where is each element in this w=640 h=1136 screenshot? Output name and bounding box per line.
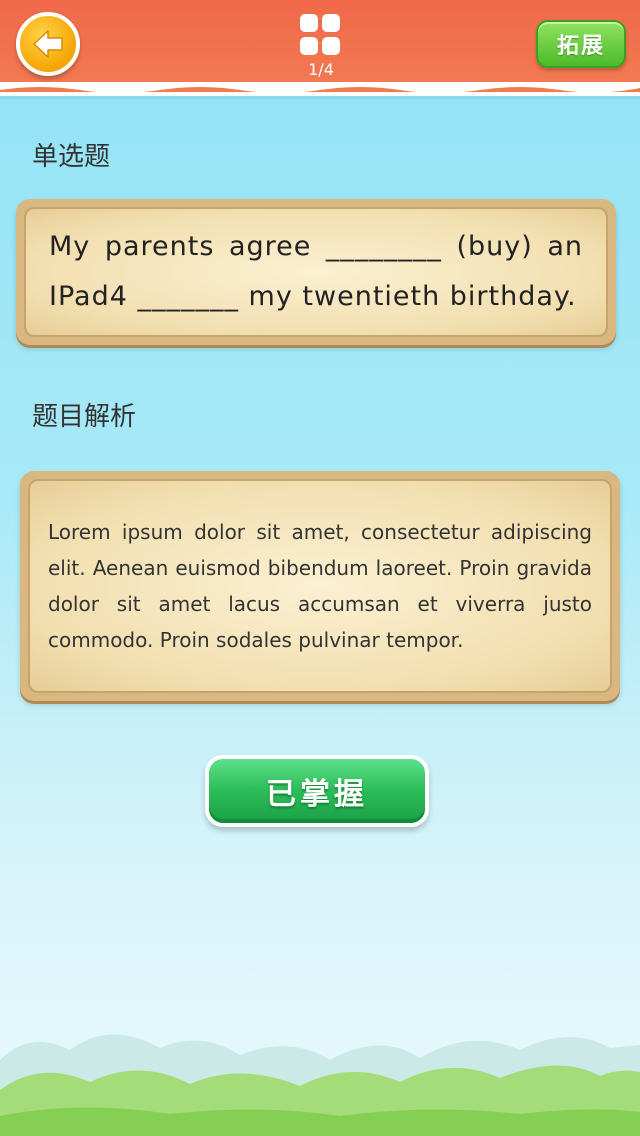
analysis-text: Lorem ipsum dolor sit amet, consectetur … — [48, 520, 592, 652]
mastered-button[interactable]: 已掌握 — [205, 755, 429, 827]
header-wave-edge — [0, 82, 640, 93]
back-arrow-icon — [33, 30, 63, 58]
grid-menu-icon[interactable] — [300, 14, 342, 56]
back-button[interactable] — [16, 12, 80, 76]
decorative-hills — [0, 1034, 640, 1136]
analysis-card: Lorem ipsum dolor sit amet, consectetur … — [20, 471, 620, 701]
question-card: My parents agree ________ (buy) an IPad4… — [16, 199, 616, 345]
question-text: My parents agree ________ (buy) an IPad4… — [49, 231, 583, 312]
expand-button[interactable]: 拓展 — [536, 20, 626, 68]
page-indicator: 1/4 — [308, 60, 334, 79]
analysis-label: 题目解析 — [32, 402, 137, 432]
question-type-label: 单选题 — [32, 142, 111, 172]
